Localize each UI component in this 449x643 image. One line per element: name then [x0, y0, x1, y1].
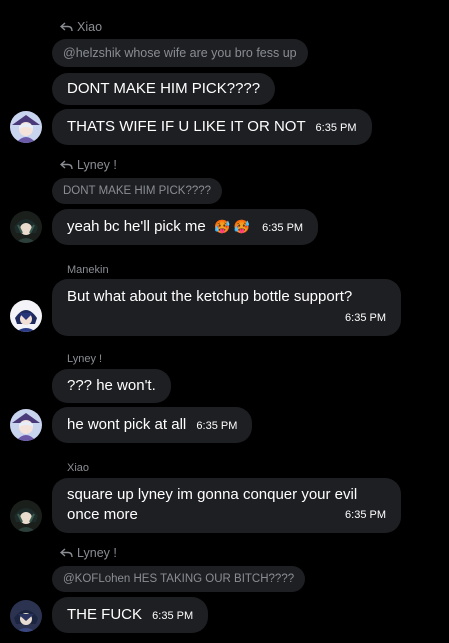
timestamp: 6:35 PM	[196, 420, 238, 432]
quoted-message[interactable]: @helzshik whose wife are you bro fess up	[52, 39, 308, 67]
reply-arrow-icon	[59, 159, 74, 173]
reply-header: Lyney !	[59, 158, 117, 173]
avatar[interactable]	[10, 211, 42, 243]
quoted-message[interactable]: @KOFLohen HES TAKING OUR BITCH????	[52, 566, 306, 592]
message-text: THATS WIFE IF U LIKE IT OR NOT	[67, 118, 306, 135]
message-text: DONT MAKE HIM PICK????	[67, 80, 261, 97]
reply-to-name: Lyney !	[77, 546, 117, 560]
avatar[interactable]	[10, 500, 42, 532]
message-text: yeah bc he'll pick me	[67, 218, 206, 235]
message-bubble[interactable]: he wont pick at all 6:35 PM	[52, 407, 253, 443]
message-text-line: once more	[67, 506, 138, 523]
reply-arrow-icon	[59, 21, 74, 35]
message-bubble[interactable]: ??? he won't.	[52, 369, 171, 403]
quoted-text: DONT MAKE HIM PICK????	[63, 185, 212, 197]
reply-to-name: Xiao	[77, 20, 103, 34]
quoted-message[interactable]: DONT MAKE HIM PICK????	[52, 178, 223, 204]
avatar[interactable]	[10, 111, 42, 143]
message-text-line: square up lyney im gonna conquer your ev…	[67, 486, 358, 503]
timestamp: 6:35 PM	[152, 610, 194, 622]
message-text: he wont pick at all	[67, 416, 187, 433]
timestamp: 6:35 PM	[345, 312, 386, 324]
quoted-text: @KOFLohen HES TAKING OUR BITCH????	[63, 573, 295, 585]
timestamp: 6:35 PM	[345, 509, 386, 521]
reply-to-name: Lyney !	[77, 158, 117, 172]
message-text: THE FUCK	[67, 606, 142, 623]
timestamp: 6:35 PM	[262, 222, 304, 234]
timestamp: 6:35 PM	[315, 122, 357, 134]
message-text: ??? he won't.	[67, 377, 156, 394]
reply-arrow-icon	[59, 547, 74, 561]
sender-name: Lyney !	[67, 353, 103, 365]
quoted-text: @helzshik whose wife are you bro fess up	[63, 46, 297, 60]
message-bubble[interactable]: THE FUCK 6:35 PM	[52, 597, 209, 633]
message-bubble[interactable]: But what about the ketchup bottle suppor…	[52, 279, 401, 336]
message-text: But what about the ketchup bottle suppor…	[67, 288, 353, 305]
avatar[interactable]	[10, 300, 42, 332]
message-bubble[interactable]: DONT MAKE HIM PICK????	[52, 73, 276, 105]
message-bubble[interactable]: yeah bc he'll pick me 🥵 🥵 6:35 PM	[52, 209, 319, 245]
sender-name: Xiao	[67, 462, 90, 474]
sender-name: Manekin	[67, 264, 109, 276]
message-bubble[interactable]: square up lyney im gonna conquer your ev…	[52, 478, 401, 533]
emoji: 🥵 🥵	[213, 219, 250, 234]
reply-header: Xiao	[59, 20, 103, 35]
message-bubble[interactable]: THATS WIFE IF U LIKE IT OR NOT 6:35 PM	[52, 109, 372, 145]
avatar[interactable]	[10, 600, 42, 632]
avatar[interactable]	[10, 409, 42, 441]
reply-header: Lyney !	[59, 546, 117, 561]
